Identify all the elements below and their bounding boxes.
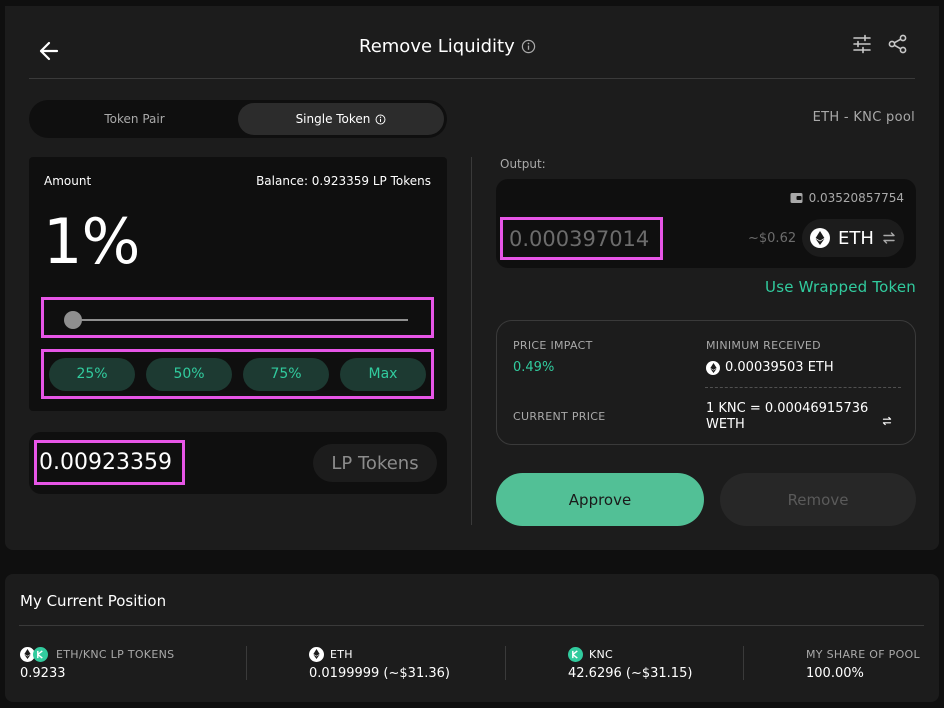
amount-percent: 1% — [43, 205, 140, 278]
output-balance-value: 0.03520857754 — [808, 191, 904, 205]
back-arrow-icon[interactable] — [31, 38, 63, 64]
minimum-received-label: MINIMUM RECEIVED — [706, 339, 821, 352]
position-knc: KNC 42.6296 (~$31.15) — [568, 646, 692, 681]
info-icon[interactable] — [521, 39, 536, 54]
output-label: Output: — [500, 157, 546, 171]
settings-sliders-icon[interactable] — [851, 33, 873, 55]
knc-label-row: KNC — [568, 646, 692, 662]
eth-icon — [706, 360, 720, 375]
trade-info-panel: PRICE IMPACT 0.49% MINIMUM RECEIVED 0.00… — [496, 320, 916, 445]
amount-slider[interactable] — [41, 297, 434, 338]
page-title-text: Remove Liquidity — [359, 36, 515, 57]
approve-button[interactable]: Approve — [496, 473, 704, 526]
percent-max-button[interactable]: Max — [340, 357, 426, 391]
position-separator — [505, 646, 506, 680]
minimum-received-value: 0.00039503 ETH — [725, 360, 834, 375]
swap-arrows-icon — [883, 232, 895, 244]
share-label: MY SHARE OF POOL — [806, 647, 920, 661]
tab-token-pair-label: Token Pair — [104, 112, 165, 126]
wallet-icon — [790, 193, 803, 203]
mode-tabs: Token Pair Single Token — [29, 100, 447, 138]
position-eth: ETH 0.0199999 (~$31.36) — [309, 646, 450, 681]
position-divider — [19, 625, 924, 626]
current-price-label: CURRENT PRICE — [513, 410, 606, 423]
position-share: MY SHARE OF POOL 100.00% — [806, 646, 920, 682]
tab-token-pair[interactable]: Token Pair — [32, 103, 237, 135]
knc-icon — [568, 646, 583, 662]
lp-tokens-label: ETH/KNC LP TOKENS — [56, 647, 175, 661]
position-separator — [743, 646, 744, 680]
price-impact-value: 0.49% — [513, 360, 555, 375]
current-price-line1: 1 KNC = 0.00046915736 — [706, 401, 869, 416]
lp-tokens-label-row: ETH/KNC LP TOKENS — [20, 646, 174, 662]
knc-label: KNC — [589, 647, 614, 661]
eth-label-row: ETH — [309, 646, 450, 662]
position-separator — [246, 646, 247, 680]
output-amount[interactable]: 0.000397014 — [500, 217, 663, 260]
eth-icon — [810, 228, 831, 248]
panel-divider — [471, 157, 472, 525]
percent-50-button[interactable]: 50% — [146, 357, 232, 391]
position-lp-tokens: ETH/KNC LP TOKENS 0.9233 — [20, 646, 174, 681]
output-usd-value: ~$0.62 — [748, 231, 797, 246]
position-title: My Current Position — [20, 592, 167, 610]
remove-liquidity-card: Remove Liquidity Token Pair Single Token — [5, 6, 939, 550]
eth-value: 0.0199999 (~$31.36) — [309, 666, 450, 681]
lp-amount-field: 0.00923359 LP Tokens — [29, 432, 447, 494]
amount-label: Amount — [44, 174, 92, 188]
eth-label: ETH — [330, 647, 353, 661]
lp-amount-input[interactable]: 0.00923359 — [34, 440, 185, 485]
price-impact-label: PRICE IMPACT — [513, 339, 593, 352]
lp-token-label: LP Tokens — [313, 444, 437, 482]
pair-icons — [20, 646, 50, 662]
lp-balance: Balance: 0.923359 LP Tokens — [256, 174, 431, 188]
header-divider — [29, 78, 915, 79]
output-token-selector[interactable]: ETH — [802, 219, 904, 257]
use-wrapped-token-link[interactable]: Use Wrapped Token — [765, 278, 916, 296]
output-panel: 0.03520857754 0.000397014 ~$0.62 ETH — [496, 179, 916, 268]
info-icon — [375, 114, 386, 124]
current-position-panel: My Current Position ETH/KNC LP TOKENS 0.… — [5, 574, 939, 702]
percent-buttons: 25% 50% 75% Max — [41, 349, 434, 399]
share-icon[interactable] — [887, 33, 909, 55]
swap-price-icon[interactable] — [882, 416, 892, 426]
output-balance: 0.03520857754 — [790, 191, 904, 205]
tab-single-token-label: Single Token — [295, 112, 371, 126]
eth-icon — [309, 646, 324, 662]
output-token-symbol: ETH — [838, 227, 874, 249]
knc-icon — [33, 646, 48, 662]
knc-value: 42.6296 (~$31.15) — [568, 666, 693, 681]
remove-button[interactable]: Remove — [720, 473, 916, 526]
slider-thumb[interactable] — [64, 311, 83, 329]
current-price-line2: WETH — [706, 417, 745, 432]
slider-track[interactable] — [70, 319, 408, 321]
percent-25-button[interactable]: 25% — [49, 357, 135, 391]
lp-tokens-value: 0.9233 — [20, 666, 66, 681]
current-price: 1 KNC = 0.00046915736 WETH — [706, 401, 868, 433]
amount-panel: Amount Balance: 0.923359 LP Tokens 1% 25… — [29, 157, 447, 411]
minimum-received: 0.00039503 ETH — [706, 360, 834, 375]
tab-single-token[interactable]: Single Token — [238, 103, 444, 135]
share-value: 100.00% — [806, 666, 864, 681]
info-separator — [705, 387, 901, 388]
percent-75-button[interactable]: 75% — [243, 357, 329, 391]
page-title: Remove Liquidity — [359, 36, 536, 57]
pool-label: ETH - KNC pool — [812, 110, 915, 125]
